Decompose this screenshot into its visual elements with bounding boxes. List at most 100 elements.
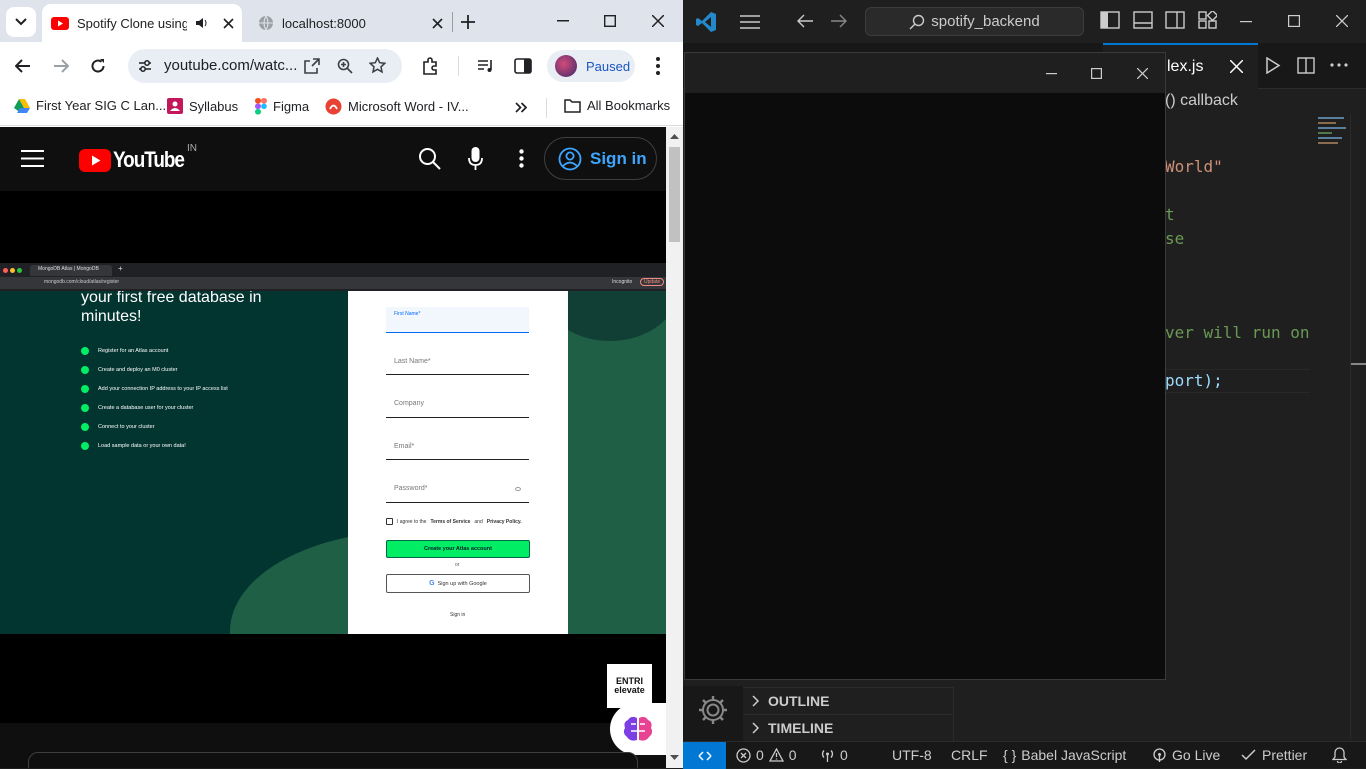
more-menu-icon[interactable]: [656, 57, 660, 75]
minimap[interactable]: [1318, 114, 1350, 164]
encoding-indicator[interactable]: UTF-8: [892, 747, 932, 763]
editor-scrollbar[interactable]: [1350, 114, 1366, 739]
video-tab-title: MongoDB Atlas | MongoDB: [38, 266, 99, 272]
timeline-label: TIMELINE: [768, 720, 834, 736]
more-actions-icon[interactable]: [1330, 63, 1348, 67]
close-icon[interactable]: [1230, 60, 1243, 73]
split-editor-icon[interactable]: [1297, 57, 1315, 74]
youtube-logo[interactable]: YouTube: [79, 147, 195, 173]
close-window-icon[interactable]: [1137, 68, 1148, 79]
new-tab-icon[interactable]: [461, 15, 475, 29]
minimize-icon[interactable]: [1240, 21, 1252, 23]
terminal-window[interactable]: [684, 52, 1166, 680]
close-window-icon[interactable]: [1336, 15, 1348, 27]
ai-assistant-button[interactable]: [610, 703, 666, 755]
minimize-icon[interactable]: [557, 20, 569, 22]
tab-localhost[interactable]: localhost:8000: [248, 4, 448, 42]
back-icon[interactable]: [797, 14, 814, 28]
bookmark-star-icon[interactable]: [369, 57, 386, 74]
extensions-icon[interactable]: [422, 57, 440, 75]
check-double-icon: [1241, 749, 1256, 761]
notifications-bell-icon[interactable]: [1332, 747, 1347, 763]
bookmark-item[interactable]: Syllabus: [167, 98, 238, 114]
create-account-label: Create your Atlas account: [424, 546, 492, 552]
speaker-icon[interactable]: [195, 16, 209, 30]
list-item: Add your connection IP address to your I…: [81, 379, 228, 398]
bookmark-label: Microsoft Word - IV...: [348, 99, 469, 114]
zoom-icon[interactable]: [337, 58, 353, 74]
forward-icon[interactable]: [53, 59, 69, 73]
tab-search-button[interactable]: [6, 7, 36, 37]
open-in-app-icon[interactable]: [304, 58, 320, 74]
forward-icon[interactable]: [830, 14, 847, 28]
remote-indicator[interactable]: [683, 742, 726, 769]
media-controls-icon[interactable]: [477, 57, 495, 75]
tab-title: Spotify Clone using: [77, 15, 187, 31]
timeline-section[interactable]: TIMELINE: [743, 714, 953, 741]
eye-icon: [515, 487, 521, 491]
prettier-indicator[interactable]: Prettier: [1241, 747, 1307, 763]
side-panel-icon[interactable]: [514, 57, 532, 75]
site-info-icon[interactable]: [137, 58, 153, 74]
comment-box[interactable]: [28, 752, 638, 768]
video-player[interactable]: MongoDB Atlas | MongoDB + mongodb.com/cl…: [0, 191, 666, 723]
step-text: Create a database user for your cluster: [98, 404, 194, 411]
close-icon[interactable]: [223, 17, 234, 29]
search-icon[interactable]: [418, 147, 441, 170]
menu-icon[interactable]: [21, 150, 44, 167]
sign-in-button[interactable]: Sign in: [544, 137, 657, 180]
go-live-button[interactable]: Go Live: [1152, 747, 1220, 763]
problems-indicator[interactable]: 0 0: [736, 747, 797, 763]
all-bookmarks-button[interactable]: All Bookmarks: [564, 98, 670, 113]
code-line: t: [1165, 205, 1175, 224]
figma-icon: [255, 98, 267, 115]
create-account-button: Create your Atlas account: [386, 540, 530, 558]
maximize-icon[interactable]: [604, 15, 616, 27]
toggle-secondary-sidebar-icon[interactable]: [1165, 11, 1185, 29]
minimize-icon[interactable]: [1046, 73, 1057, 75]
bookmark-item[interactable]: Microsoft Word - IV...: [325, 98, 469, 115]
maximize-icon[interactable]: [1091, 68, 1102, 79]
region-code: IN: [187, 143, 197, 154]
page-scrollbar[interactable]: [666, 127, 683, 768]
url-text[interactable]: youtube.com/watc...: [164, 57, 297, 74]
outline-section[interactable]: OUTLINE: [743, 687, 953, 714]
bookmarks-bar: First Year SIG C Lan... Syllabus Figma M…: [0, 90, 683, 126]
video-url: mongodb.com/cloud/atlas/register: [44, 279, 120, 285]
braces-icon: { }: [1003, 747, 1017, 763]
form-field: Email*: [386, 434, 529, 460]
code-line: se: [1165, 229, 1185, 248]
address-bar[interactable]: youtube.com/watc...: [128, 49, 402, 83]
more-options-icon[interactable]: [519, 149, 524, 168]
customize-layout-icon[interactable]: [1198, 11, 1217, 29]
run-icon[interactable]: [1265, 57, 1281, 74]
scroll-down-icon[interactable]: [670, 755, 679, 761]
close-window-icon[interactable]: [652, 15, 664, 27]
maximize-icon[interactable]: [1288, 15, 1300, 27]
menu-icon[interactable]: [740, 15, 760, 29]
scroll-up-icon[interactable]: [670, 133, 679, 139]
back-icon[interactable]: [15, 59, 31, 73]
tab-youtube[interactable]: Spotify Clone using: [42, 4, 242, 42]
close-icon[interactable]: [432, 17, 443, 29]
step-marker: [81, 384, 89, 393]
bookmark-item[interactable]: First Year SIG C Lan...: [14, 98, 166, 113]
toggle-primary-sidebar-icon[interactable]: [1100, 11, 1120, 29]
step-marker: [81, 346, 89, 355]
ports-indicator[interactable]: 0: [820, 747, 848, 763]
form-field: Company: [386, 392, 529, 418]
step-marker: [81, 403, 89, 412]
profile-button[interactable]: Paused: [547, 50, 635, 82]
language-indicator[interactable]: { } Babel JavaScript: [1003, 747, 1126, 763]
eol-indicator[interactable]: CRLF: [951, 747, 988, 763]
command-center-search[interactable]: spotify_backend: [865, 7, 1084, 36]
more-bookmarks-icon[interactable]: [515, 102, 527, 113]
scroll-thumb[interactable]: [669, 147, 680, 242]
bookmark-item[interactable]: Figma: [255, 98, 309, 115]
reload-icon[interactable]: [90, 58, 106, 74]
breadcrumb[interactable]: () callback: [1165, 92, 1238, 110]
microphone-icon[interactable]: [468, 147, 483, 171]
toggle-panel-icon[interactable]: [1133, 11, 1153, 29]
code-line: World": [1165, 157, 1223, 176]
settings-gear-icon[interactable]: [697, 694, 729, 726]
